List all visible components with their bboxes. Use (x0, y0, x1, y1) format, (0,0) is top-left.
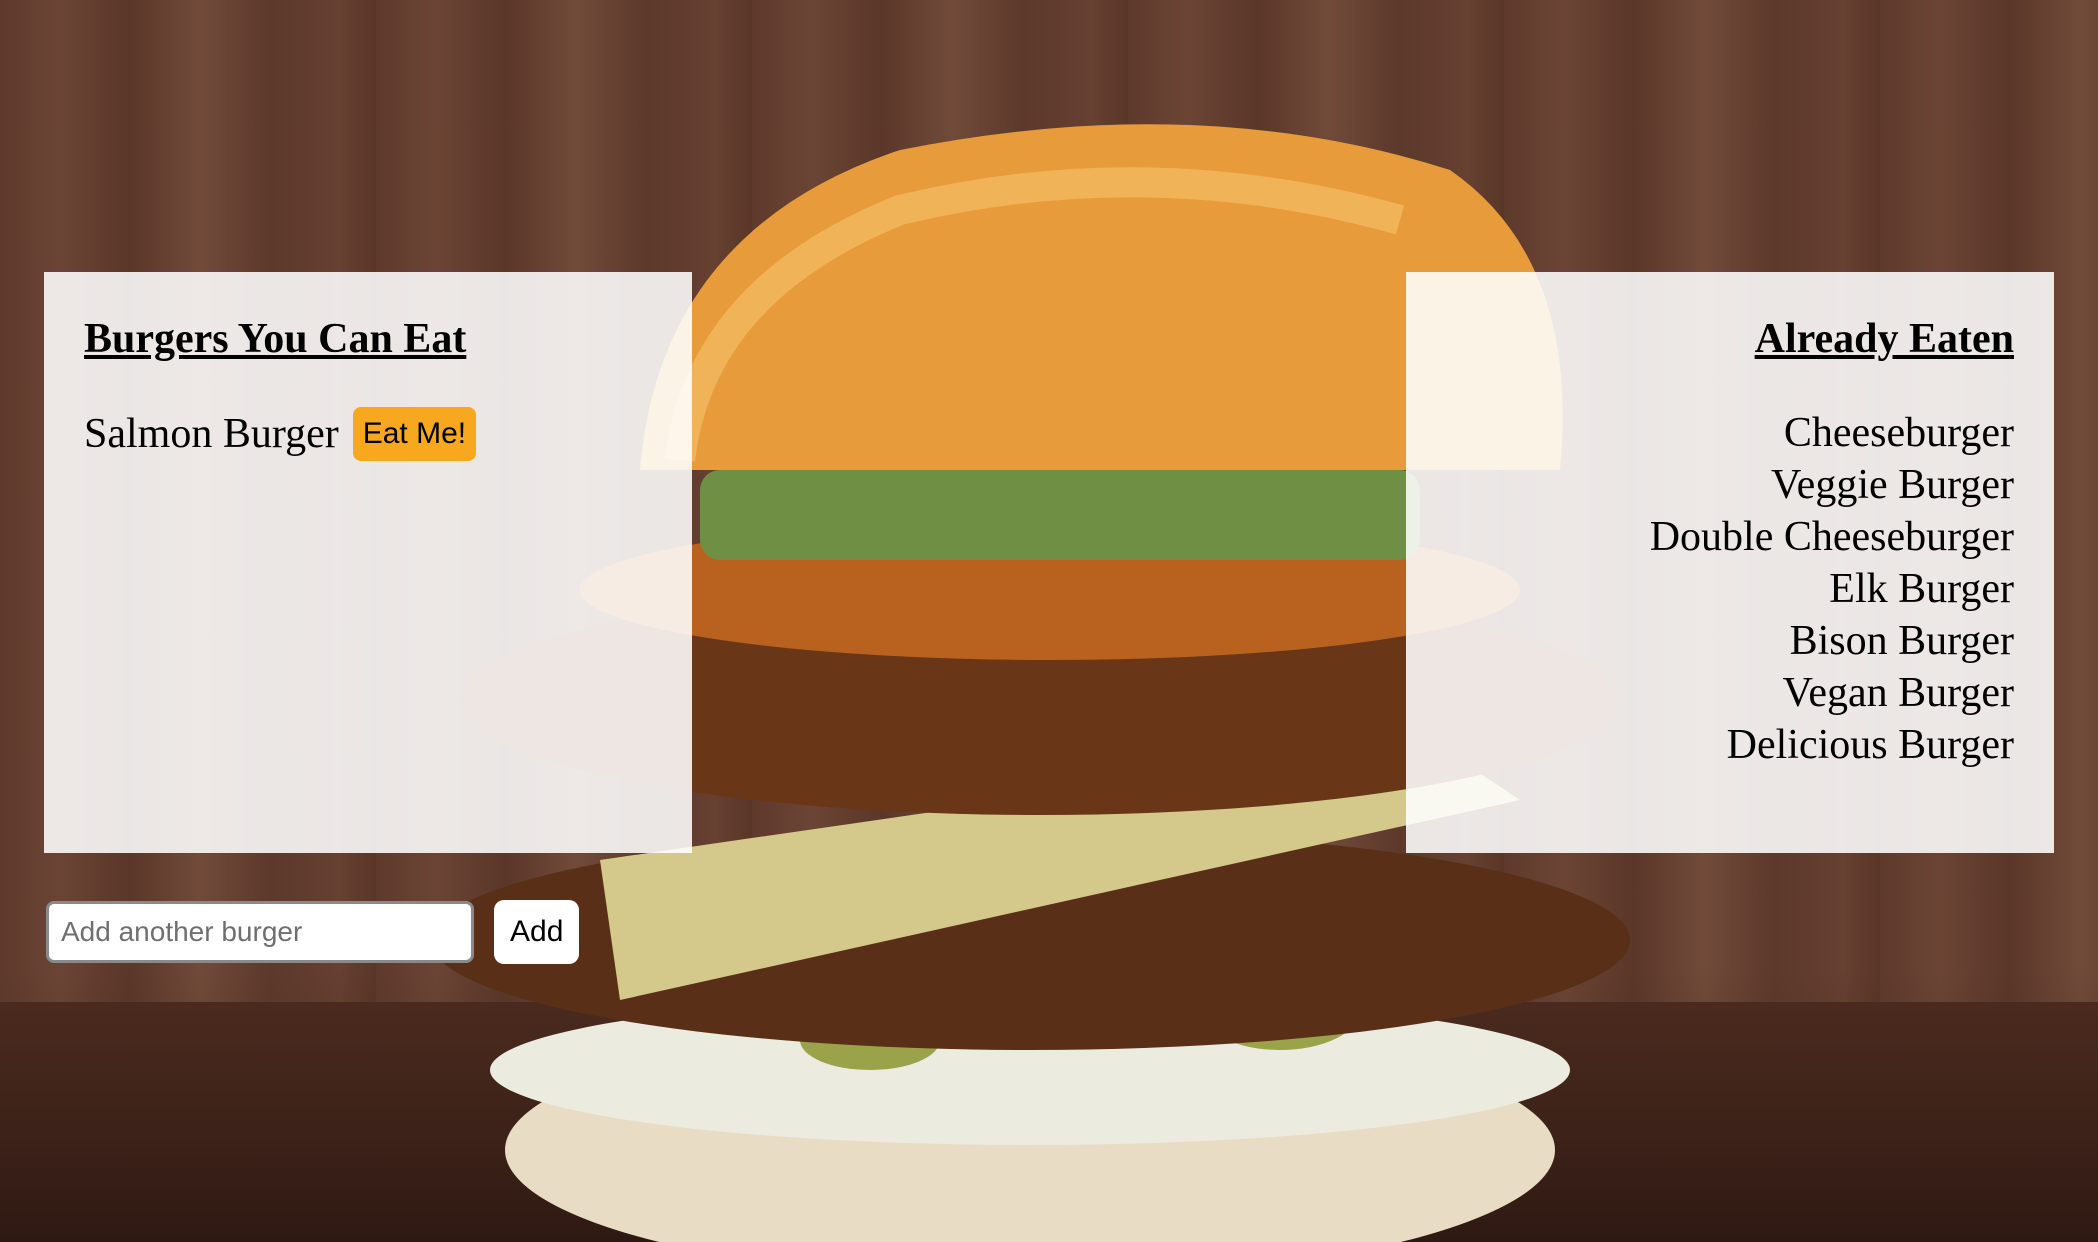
eaten-burger-item: Cheeseburger (1783, 409, 2014, 456)
burgers-to-eat-panel: Burgers You Can Eat Salmon Burger Eat Me… (44, 272, 692, 853)
add-burger-form: Add (46, 900, 580, 964)
eaten-burger-item: Vegan Burger (1782, 669, 2014, 716)
add-button[interactable]: Add (494, 900, 580, 964)
eaten-burger-item: Elk Burger (1829, 565, 2014, 612)
burgers-to-eat-title: Burgers You Can Eat (84, 316, 467, 362)
already-eaten-panel: Already Eaten Cheeseburger Veggie Burger… (1406, 272, 2054, 853)
burger-name: Salmon Burger (84, 410, 339, 457)
eaten-burger-item: Bison Burger (1789, 617, 2014, 664)
eaten-burger-item: Veggie Burger (1771, 461, 2014, 508)
burger-to-eat-item: Salmon Burger Eat Me! (84, 406, 652, 461)
already-eaten-title: Already Eaten (1754, 316, 2014, 362)
eat-me-button[interactable]: Eat Me! (352, 406, 477, 461)
eaten-burger-item: Double Cheeseburger (1649, 513, 2014, 560)
eaten-burger-item: Delicious Burger (1726, 721, 2014, 768)
add-burger-input[interactable] (46, 901, 474, 963)
eaten-burger-list: Cheeseburger Veggie Burger Double Cheese… (1446, 407, 2014, 771)
